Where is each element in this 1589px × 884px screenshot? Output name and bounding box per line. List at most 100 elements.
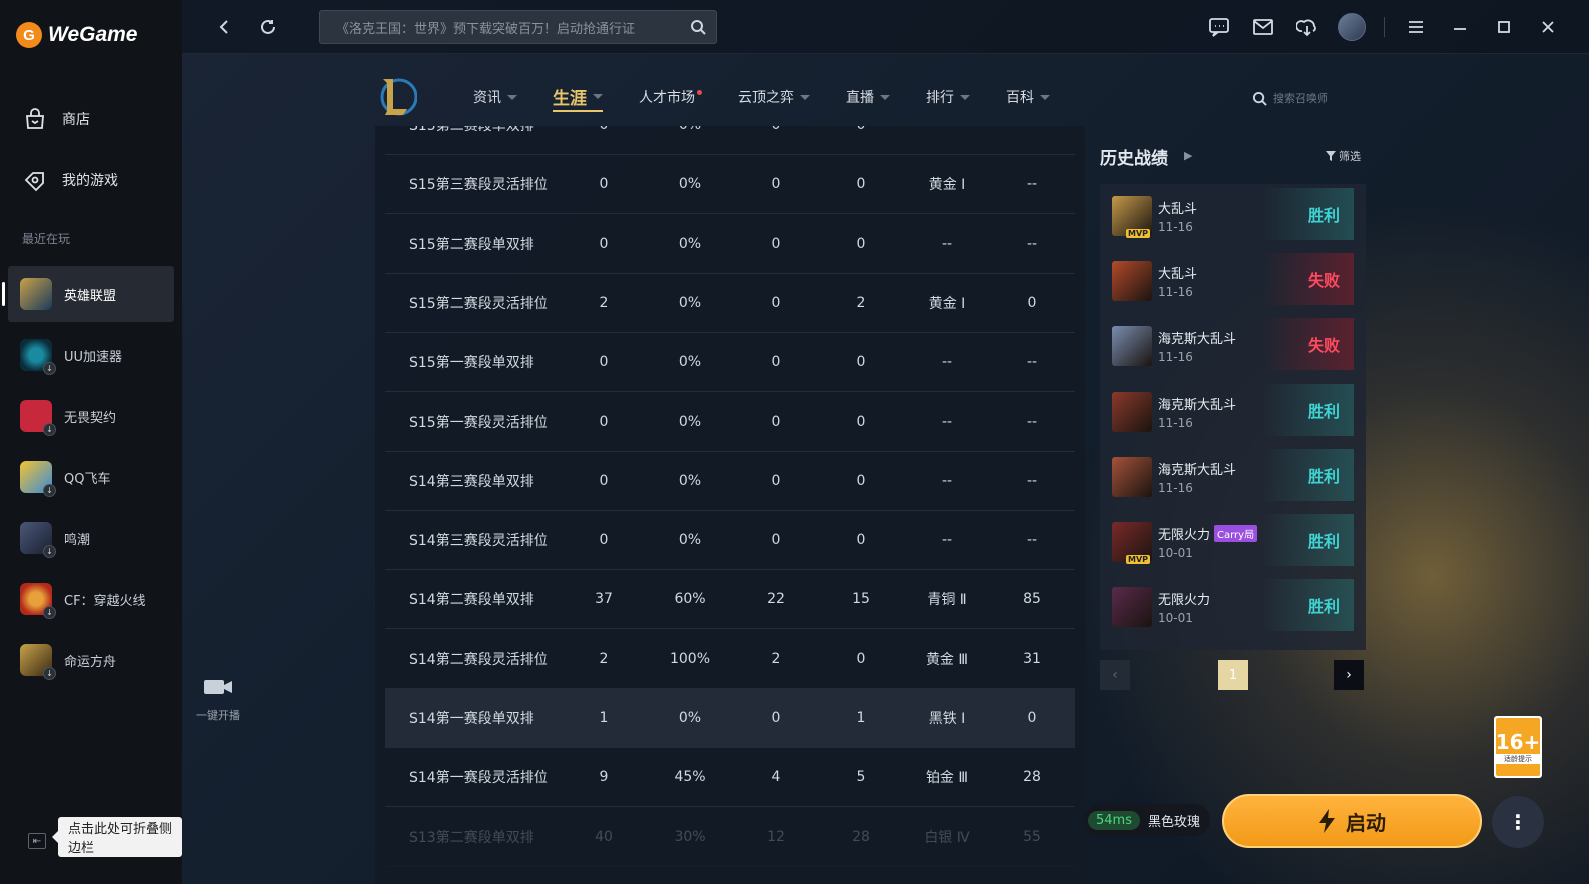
sidebar-game-uu[interactable]: ↓ UU加速器 <box>8 327 174 383</box>
stat-cell: 0 <box>771 532 781 549</box>
tab-label: 生涯 <box>553 88 587 109</box>
match-result: 胜利 <box>1262 514 1354 566</box>
match-item[interactable]: MVP 大乱斗 11-16 胜利 <box>1112 188 1354 244</box>
prev-page-button[interactable]: ‹ <box>1100 660 1130 690</box>
menu-icon[interactable] <box>1403 14 1429 40</box>
stat-cell: 0 <box>771 294 781 311</box>
match-mode-label: 海克斯大乱斗 <box>1158 397 1237 413</box>
one-click-broadcast-button[interactable]: 一键开播 <box>188 676 248 723</box>
sidebar-game-lol[interactable]: 英雄联盟 <box>2 266 174 322</box>
stat-cell: 0 <box>599 235 609 252</box>
stat-cell: 85 <box>1023 591 1041 608</box>
tab-label: 资讯 <box>473 90 501 106</box>
collapse-tooltip: 点击此处可折叠侧边栏 <box>52 817 182 857</box>
filter-button[interactable]: 筛选 <box>1326 148 1361 164</box>
stat-cell: 31 <box>1023 650 1041 667</box>
match-info: 大乱斗 11-16 <box>1158 198 1268 234</box>
age-rating-sub: 适龄提示 <box>1496 754 1540 764</box>
match-history-title[interactable]: 历史战绩 <box>1100 144 1168 169</box>
game-label: QQ飞车 <box>64 471 111 487</box>
chevron-right-icon[interactable]: ▶ <box>1184 149 1192 162</box>
launch-label: 启动 <box>1346 810 1386 835</box>
match-mode-label: 无限火力 <box>1158 593 1211 609</box>
match-item[interactable]: MVP 无限火力 Carry局 10-01 胜利 <box>1112 514 1354 570</box>
table-row: S15第二赛段单双排00%00 <box>385 126 1075 155</box>
stat-cell: 0% <box>678 472 702 489</box>
next-page-button[interactable]: › <box>1334 660 1364 690</box>
sidebar-game-valorant[interactable]: ↓ 无畏契约 <box>8 388 174 444</box>
sidebar-game-qq-speed[interactable]: ↓ QQ飞车 <box>8 449 174 505</box>
server-status[interactable]: 54ms 黑色玫瑰 <box>1084 804 1210 836</box>
match-list: MVP 大乱斗 11-16 胜利 大乱斗 11-16 失败 海克斯大乱斗 11-16 失败 海克斯大… <box>1100 184 1366 650</box>
search-icon[interactable] <box>690 19 706 39</box>
sidebar-game-lost-ark[interactable]: ↓ 命运方舟 <box>8 632 174 688</box>
stat-cell: 0 <box>771 354 781 371</box>
global-search-bar[interactable]: 《洛克王国：世界》预下载突破百万！启动抢通行证 <box>319 10 717 44</box>
download-icon: ↓ <box>43 484 56 497</box>
tab-career[interactable]: 生涯 <box>553 82 603 112</box>
download-icon: ↓ <box>43 362 56 375</box>
tab-live[interactable]: 直播 <box>846 82 890 112</box>
chat-icon[interactable] <box>1206 14 1232 40</box>
sidebar-item-my-games[interactable]: 我的游戏 <box>22 167 118 193</box>
stat-cell: 0 <box>856 235 866 252</box>
lol-logo[interactable] <box>377 75 418 119</box>
stat-cell: 黑铁 Ⅰ <box>928 711 966 727</box>
tab-news[interactable]: 资讯 <box>473 82 517 112</box>
game-label: 鸣潮 <box>64 532 91 548</box>
stat-cell: 0 <box>736 126 816 133</box>
match-item[interactable]: 海克斯大乱斗 11-16 胜利 <box>1112 383 1354 440</box>
store-icon <box>22 106 48 132</box>
match-item[interactable]: 海克斯大乱斗 11-16 失败 <box>1112 318 1354 374</box>
launch-button[interactable]: 启动 <box>1222 794 1482 848</box>
stat-cell: 2 <box>856 294 866 311</box>
match-mode-label: 大乱斗 <box>1158 267 1198 283</box>
broadcast-label: 一键开播 <box>196 709 240 722</box>
page-number[interactable]: 1 <box>1218 660 1248 690</box>
minimize-icon[interactable] <box>1447 14 1473 40</box>
match-info: 海克斯大乱斗 11-16 <box>1158 459 1268 495</box>
user-avatar[interactable] <box>1338 13 1366 41</box>
match-item[interactable]: 海克斯大乱斗 11-16 胜利 <box>1112 448 1354 505</box>
tab-talent-market[interactable]: 人才市场 <box>639 82 702 112</box>
match-info: 无限火力 10-01 <box>1158 589 1268 625</box>
mail-icon[interactable] <box>1250 14 1276 40</box>
stat-cell: 30% <box>674 828 706 845</box>
sidebar-game-wuthering[interactable]: ↓ 鸣潮 <box>8 510 174 566</box>
stat-cell: 0 <box>856 532 866 549</box>
stat-cell: 0 <box>599 532 609 549</box>
notification-dot <box>697 89 702 95</box>
crossfire-icon: ↓ <box>20 583 56 619</box>
tab-tft[interactable]: 云顶之弈 <box>738 82 810 112</box>
table-row: S14第三赛段灵活排位 0 0% 0 0 -- -- <box>385 511 1075 571</box>
stat-cell: 白银 Ⅳ <box>924 829 970 846</box>
lol-navigation: 资讯 生涯 人才市场 云顶之弈 直播 排行 百科 <box>377 70 1377 122</box>
app-name: WeGame <box>48 23 138 46</box>
match-item[interactable]: 无限火力 10-01 胜利 <box>1112 579 1354 635</box>
lol-tabs: 资讯 生涯 人才市场 云顶之弈 直播 排行 百科 <box>473 82 1086 112</box>
collapse-sidebar-button[interactable]: ⇤ <box>28 833 46 849</box>
maximize-icon[interactable] <box>1491 14 1517 40</box>
sidebar-item-store[interactable]: 商店 <box>22 106 90 132</box>
stat-cell: 黄金 Ⅰ <box>928 177 966 194</box>
more-options-button[interactable]: ⋮ <box>1492 796 1544 848</box>
sidebar-item-label: 我的游戏 <box>62 173 118 189</box>
match-mode-label: 海克斯大乱斗 <box>1158 462 1237 478</box>
sidebar-game-cf[interactable]: ↓ CF：穿越火线 <box>8 571 174 627</box>
close-icon[interactable] <box>1535 14 1561 40</box>
tab-ranking[interactable]: 排行 <box>926 82 970 112</box>
table-row: S14第一赛段灵活排位 9 45% 4 5 铂金 Ⅲ 28 <box>385 748 1075 808</box>
refresh-icon <box>261 19 275 34</box>
stat-cell: -- <box>1026 413 1038 430</box>
stat-cell: 100% <box>669 650 711 667</box>
match-item[interactable]: 大乱斗 11-16 失败 <box>1112 253 1354 309</box>
chevron-down-icon <box>960 94 970 100</box>
summoner-search[interactable]: 搜索召唤师 <box>1252 90 1328 106</box>
match-result: 胜利 <box>1262 579 1354 632</box>
refresh-button[interactable] <box>255 14 281 40</box>
download-manager-icon[interactable] <box>1294 14 1320 40</box>
back-button[interactable] <box>212 14 238 40</box>
tab-wiki[interactable]: 百科 <box>1006 82 1050 112</box>
download-icon: ↓ <box>43 606 56 619</box>
wegame-logo[interactable]: G WeGame <box>16 22 138 48</box>
